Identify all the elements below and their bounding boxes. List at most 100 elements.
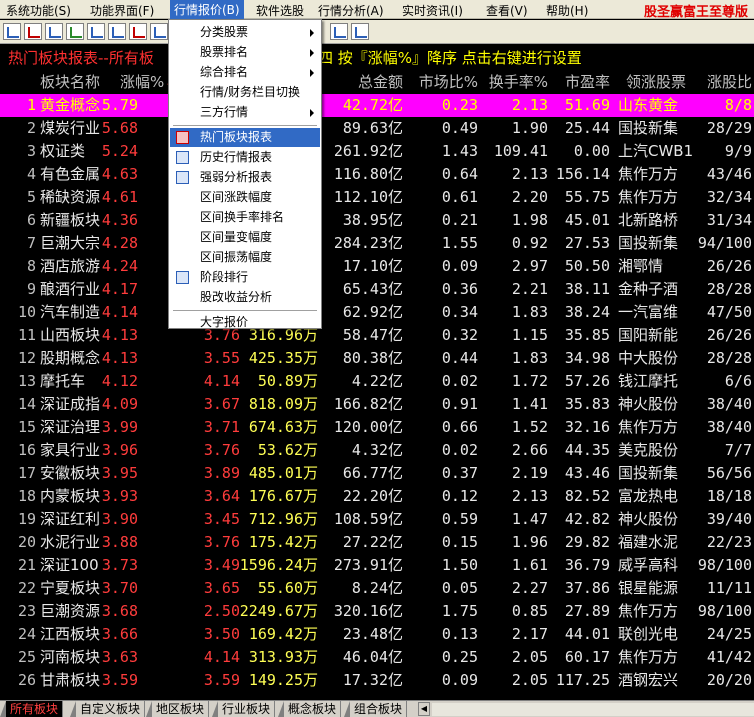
market-ratio: 0.05 (441, 579, 478, 597)
toolbar-trend-icon[interactable] (45, 23, 63, 40)
menu-item[interactable]: 区间量变幅度 (170, 228, 320, 247)
table-row[interactable]: 12 股期概念 4.13 3.55 425.35万 80.38亿 0.44 1.83 34.98… (0, 347, 754, 370)
toolbar-hot-icon[interactable] (129, 23, 147, 40)
toolbar-calc-icon[interactable] (330, 23, 348, 40)
menu-item[interactable]: 区间振荡幅度 (170, 248, 320, 267)
table-row[interactable]: 16 家具行业 3.96 3.76 53.62万 4.32亿 0.02 2.66 44.35 美克… (0, 439, 754, 462)
header-name[interactable]: 板块名称 (40, 70, 100, 94)
toolbar-list-icon[interactable] (87, 23, 105, 40)
table-row[interactable]: 20 水泥行业 3.88 3.76 175.42万 27.22亿 0.15 1.96 29.82… (0, 531, 754, 554)
sector-table: 1 黄金概念 5.79 42.72亿 0.23 2.13 51.69 山东黄金 8/8 2 煤炭行业… (0, 94, 754, 692)
volume: 1596.24万 (239, 556, 318, 574)
table-row[interactable]: 3 权证类 5.24 261.92亿 1.43 109.41 0.00 上汽CWB1 9/9 (0, 140, 754, 163)
table-row[interactable]: 2 煤炭行业 5.68 89.63亿 0.49 1.90 25.44 国投新集 28/29 (0, 117, 754, 140)
toolbar-chart-icon[interactable] (24, 23, 42, 40)
avg-change: 3.67 (203, 395, 240, 413)
header-market-ratio[interactable]: 市场比% (419, 70, 478, 94)
table-row[interactable]: 24 江西板块 3.66 3.50 169.42万 23.48亿 0.13 2.17 44.01… (0, 623, 754, 646)
menu-item[interactable]: 区间换手率排名 (170, 208, 320, 227)
table-row[interactable]: 13 摩托车 4.12 4.14 50.89万 4.22亿 0.02 1.72 57.26 钱江摩… (0, 370, 754, 393)
row-index: 3 (26, 142, 36, 160)
tab-scroll-left-icon[interactable]: ◀ (418, 702, 430, 716)
table-row[interactable]: 11 山西板块 4.13 3.76 316.96万 58.47亿 0.32 1.15 35.85… (0, 324, 754, 347)
menu-stock-picker[interactable]: 软件选股 (256, 2, 304, 19)
menu-item[interactable]: 强弱分析报表 (170, 168, 320, 187)
tab-combo-sectors[interactable]: 组合板块 (343, 701, 408, 717)
menu-item-label: 区间涨跌幅度 (200, 190, 273, 204)
menu-help[interactable]: 帮助(H) (546, 2, 588, 19)
table-row[interactable]: 14 深证成指 4.09 3.67 818.09万 166.82亿 0.91 1.41 35.8… (0, 393, 754, 416)
table-row[interactable]: 7 巨潮大宗 4.28 284.23亿 1.55 0.92 27.53 国投新集 94/100 (0, 232, 754, 255)
avg-change: 3.76 (203, 533, 240, 551)
menu-system[interactable]: 系统功能(S) (6, 2, 71, 19)
table-row[interactable]: 10 汽车制造 4.14 62.92亿 0.34 1.83 38.24 一汽富维 47/50 (0, 301, 754, 324)
menu-item[interactable]: 大字报价 (170, 313, 320, 332)
table-row[interactable]: 21 深证100 3.73 3.49 1596.24万 273.91亿 1.50 1.61 36… (0, 554, 754, 577)
header-rise-ratio[interactable]: 涨股比 (707, 70, 752, 94)
header-total-amount[interactable]: 总金额 (358, 70, 403, 94)
menu-quotes[interactable]: 行情报价(B) (170, 0, 244, 19)
table-row[interactable]: 5 稀缺资源 4.61 112.10亿 0.61 2.20 55.75 焦作万方 32/34 (0, 186, 754, 209)
rise-ratio: 20/20 (706, 671, 752, 689)
total-amount: 22.20亿 (342, 487, 403, 505)
header-leader[interactable]: 领涨股票 (626, 70, 686, 94)
table-row[interactable]: 17 安徽板块 3.95 3.89 485.01万 66.77亿 0.37 2.19 43.46… (0, 462, 754, 485)
turnover-rate: 2.21 (511, 280, 548, 298)
toolbar-window-icon[interactable] (351, 23, 369, 40)
rise-ratio: 98/100 (697, 602, 752, 620)
market-ratio: 0.91 (441, 395, 478, 413)
table-row[interactable]: 4 有色金属 4.63 116.80亿 0.64 2.13 156.14 焦作万方 43/46 (0, 163, 754, 186)
table-row[interactable]: 25 河南板块 3.63 4.14 313.93万 46.04亿 0.25 2.05 60.17… (0, 646, 754, 669)
change-pct: 3.96 (101, 441, 138, 459)
menu-news[interactable]: 实时资讯(I) (402, 2, 463, 19)
table-row[interactable]: 23 巨潮资源 3.68 2.50 2249.67万 320.16亿 1.75 0.85 27.… (0, 600, 754, 623)
table-row[interactable]: 18 内蒙板块 3.93 3.64 176.67万 22.20亿 0.12 2.13 82.52… (0, 485, 754, 508)
toolbar-grid-icon[interactable] (150, 23, 168, 40)
market-ratio: 0.25 (441, 648, 478, 666)
total-amount: 112.10亿 (333, 188, 403, 206)
table-row[interactable]: 19 深证红利 3.90 3.45 712.96万 108.59亿 0.59 1.47 42.8… (0, 508, 754, 531)
tab-industry-sectors[interactable]: 行业板块 (211, 701, 276, 717)
toolbar-table-icon[interactable] (108, 23, 126, 40)
table-row[interactable]: 1 黄金概念 5.79 42.72亿 0.23 2.13 51.69 山东黄金 8/8 (0, 94, 754, 117)
horizontal-scrollbar[interactable] (432, 703, 754, 716)
toolbar-report-icon[interactable] (3, 23, 21, 40)
menu-item[interactable]: 三方行情 (170, 103, 320, 122)
tab-region-sectors[interactable]: 地区板块 (145, 701, 210, 717)
pe-ratio: 117.25 (555, 671, 610, 689)
menu-item[interactable]: 综合排名 (170, 63, 320, 82)
market-ratio: 1.50 (441, 556, 478, 574)
menu-item[interactable]: 区间涨跌幅度 (170, 188, 320, 207)
table-row[interactable]: 22 宁夏板块 3.70 3.65 55.60万 8.24亿 0.05 2.27 37.86 银星… (0, 577, 754, 600)
table-row[interactable]: 26 甘肃板块 3.59 3.59 149.25万 17.32亿 0.09 2.05 117.2… (0, 669, 754, 692)
toolbar-kline-icon[interactable] (66, 23, 84, 40)
tab-concept-sectors[interactable]: 概念板块 (277, 701, 342, 717)
tab-all-sectors[interactable]: 所有板块 (0, 701, 64, 717)
table-row[interactable]: 6 新疆板块 4.36 38.95亿 0.21 1.98 45.01 北新路桥 31/34 (0, 209, 754, 232)
menu-item[interactable]: 股改收益分析 (170, 288, 320, 307)
menu-item-label: 热门板块报表 (200, 130, 273, 144)
menu-view[interactable]: 查看(V) (486, 2, 528, 19)
row-index: 23 (17, 602, 36, 620)
tab-custom-sectors[interactable]: 自定义板块 (69, 701, 146, 717)
menu-item[interactable]: 行情/财务栏目切换 (170, 83, 320, 102)
table-row[interactable]: 15 深证治理 3.99 3.71 674.63万 120.00亿 0.66 1.52 32.1… (0, 416, 754, 439)
turnover-rate: 1.47 (511, 510, 548, 528)
menu-item[interactable]: 股票排名 (170, 43, 320, 62)
sector-name: 巨潮大宗 (40, 234, 101, 252)
market-ratio: 0.02 (441, 441, 478, 459)
turnover-rate: 2.27 (511, 579, 548, 597)
menu-item[interactable]: 分类股票 (170, 23, 320, 42)
menu-item[interactable]: 热门板块报表 (170, 128, 320, 147)
menu-analysis[interactable]: 行情分析(A) (318, 2, 384, 19)
menu-item-label: 阶段排行 (200, 270, 249, 284)
header-pe[interactable]: 市盈率 (565, 70, 610, 94)
menu-interface[interactable]: 功能界面(F) (90, 2, 154, 19)
menu-item[interactable]: 阶段排行 (170, 268, 320, 287)
table-row[interactable]: 9 酿酒行业 4.17 65.43亿 0.36 2.21 38.11 金种子酒 28/28 (0, 278, 754, 301)
header-turnover[interactable]: 换手率% (489, 70, 548, 94)
market-ratio: 0.66 (441, 418, 478, 436)
table-row[interactable]: 8 酒店旅游 4.24 17.10亿 0.09 2.97 50.50 湘鄂情 26/26 (0, 255, 754, 278)
menu-item[interactable]: 历史行情报表 (170, 148, 320, 167)
leading-stock: 国投新集 (618, 464, 679, 482)
